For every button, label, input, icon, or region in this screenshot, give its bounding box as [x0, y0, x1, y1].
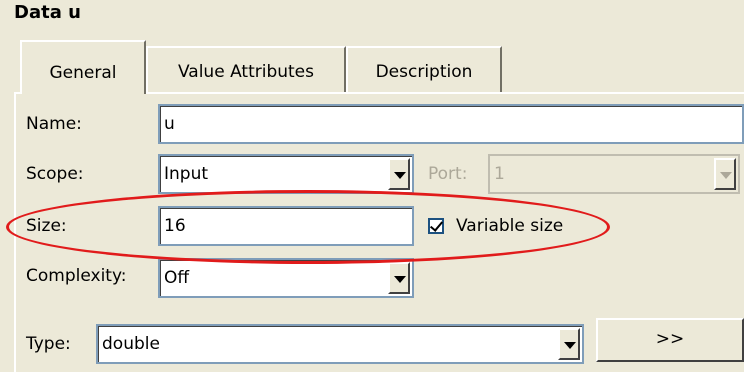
port-select: 1 [488, 154, 740, 194]
type-select[interactable]: double [96, 324, 584, 364]
scope-select[interactable]: Input [158, 154, 414, 194]
variable-size-label[interactable]: Variable size [456, 216, 563, 236]
type-label: Type: [26, 334, 71, 354]
checkmark-icon [429, 218, 444, 232]
complexity-select[interactable]: Off [158, 258, 414, 298]
complexity-label: Complexity: [26, 266, 127, 286]
size-label: Size: [26, 216, 67, 236]
tab-general[interactable]: General [20, 40, 146, 94]
type-dropdown-arrow[interactable] [558, 328, 580, 360]
port-dropdown-arrow [714, 158, 736, 190]
complexity-value: Off [164, 268, 190, 288]
scope-value: Input [164, 164, 209, 184]
scope-dropdown-arrow[interactable] [388, 158, 410, 190]
port-label: Port: [428, 164, 468, 184]
dialog-title: Data u [14, 2, 81, 23]
tab-description[interactable]: Description [346, 46, 502, 92]
name-label: Name: [26, 114, 82, 134]
variable-size-checkbox[interactable] [428, 218, 444, 234]
type-value: double [102, 334, 160, 354]
scope-label: Scope: [26, 164, 84, 184]
expand-button[interactable]: >> [596, 318, 744, 362]
tab-value-attributes[interactable]: Value Attributes [146, 46, 346, 92]
size-input[interactable]: 16 [158, 206, 414, 246]
complexity-dropdown-arrow[interactable] [388, 262, 410, 294]
port-value: 1 [494, 164, 505, 184]
name-input[interactable]: u [158, 104, 744, 144]
